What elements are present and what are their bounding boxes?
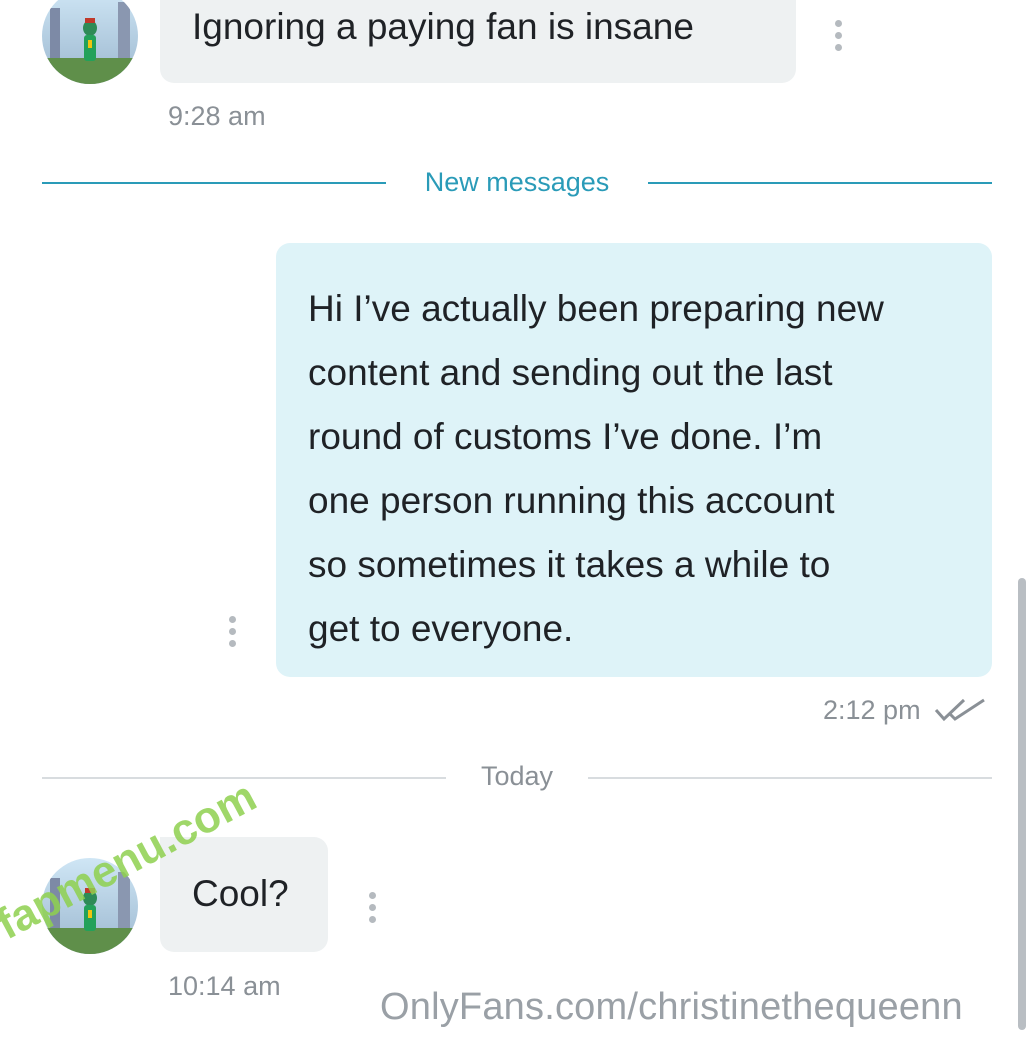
message-timestamp: 2:12 pm xyxy=(823,695,921,725)
more-options-icon[interactable] xyxy=(366,892,380,928)
divider-line-right xyxy=(588,777,992,779)
message-line: content and sending out the last xyxy=(308,352,833,393)
url-watermark: OnlyFans.com/christinethequeenn xyxy=(380,986,963,1028)
avatar[interactable] xyxy=(42,0,138,84)
more-options-icon[interactable] xyxy=(226,616,240,652)
double-check-icon xyxy=(934,698,988,729)
avatar-icon xyxy=(42,0,138,84)
today-divider-label: Today xyxy=(480,761,554,791)
message-bubble-incoming[interactable]: Ignoring a paying fan is insane xyxy=(160,0,796,83)
message-line: get to everyone. xyxy=(308,608,574,649)
new-messages-divider-label: New messages xyxy=(424,167,610,197)
message-line: Hi I’ve actually been preparing new xyxy=(308,288,884,329)
message-line: one person running this account xyxy=(308,480,835,521)
message-bubble-outgoing[interactable]: Hi I’ve actually been preparing new cont… xyxy=(276,243,992,677)
message-line: so sometimes it takes a while to xyxy=(308,544,831,585)
divider-line-right xyxy=(648,182,992,184)
message-text: Hi I’ve actually been preparing new cont… xyxy=(308,277,884,661)
message-timestamp: 9:28 am xyxy=(168,101,266,131)
message-timestamp: 10:14 am xyxy=(168,971,281,1001)
more-options-icon[interactable] xyxy=(832,20,846,56)
message-text: Cool? xyxy=(192,873,289,914)
message-line: round of customs I’ve done. I’m xyxy=(308,416,823,457)
scrollbar[interactable] xyxy=(1018,578,1026,1030)
divider-line-left xyxy=(42,182,386,184)
message-text: Ignoring a paying fan is insane xyxy=(192,6,694,47)
